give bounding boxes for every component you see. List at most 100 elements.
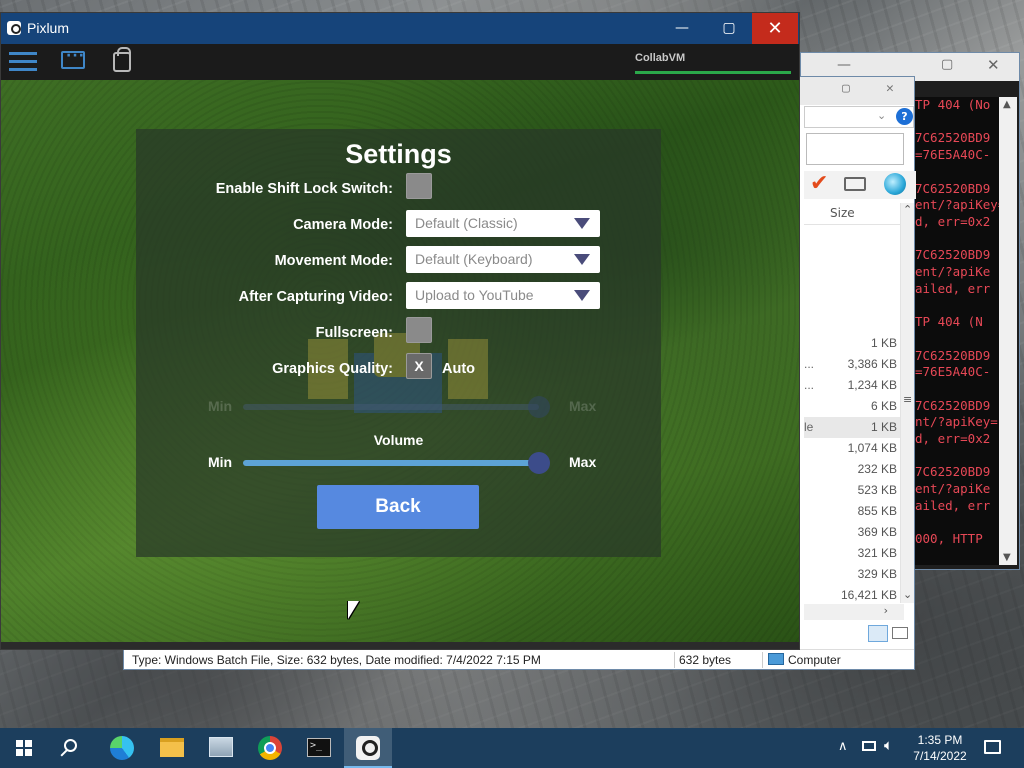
pixlum-window[interactable]: Pixlum — ▢ ✕ CollabVM Settings Enable Sh… bbox=[0, 12, 800, 650]
taskbar-chrome[interactable] bbox=[246, 728, 294, 768]
file-row[interactable]: le 1 KB bbox=[804, 417, 900, 438]
help-icon[interactable]: ? bbox=[896, 108, 913, 125]
terminal-line: 7C62520BD9 bbox=[915, 464, 991, 480]
scroll-down-icon[interactable]: ⌄ bbox=[903, 588, 912, 601]
file-name-fragment: ... bbox=[804, 357, 815, 371]
file-size: 16,421 KB bbox=[840, 588, 897, 602]
close-button[interactable]: ✕ bbox=[987, 56, 1000, 74]
remote-desktop-icon bbox=[209, 737, 233, 757]
taskbar-pixlum[interactable] bbox=[344, 728, 392, 768]
shift-lock-checkbox[interactable] bbox=[406, 173, 432, 199]
file-row[interactable]: 232 KB bbox=[804, 459, 900, 480]
windows-logo-icon bbox=[16, 740, 32, 756]
minimize-button[interactable]: — bbox=[659, 13, 705, 44]
chevron-down-icon[interactable]: ⌄ bbox=[877, 109, 886, 122]
globe-icon[interactable] bbox=[884, 173, 906, 195]
taskbar-terminal[interactable]: >_ bbox=[295, 728, 343, 768]
file-size: 523 KB bbox=[857, 483, 897, 497]
terminal-line: 7C62520BD9 bbox=[915, 180, 991, 196]
taskbar-edge[interactable] bbox=[98, 728, 146, 768]
scroll-right-icon[interactable]: › bbox=[884, 604, 888, 617]
clock[interactable]: 1:35 PM 7/14/2022 bbox=[898, 732, 982, 764]
file-row[interactable]: 1 KB bbox=[804, 333, 900, 354]
close-button[interactable]: ✕ bbox=[752, 13, 798, 44]
show-hidden-icons-icon[interactable]: ∧ bbox=[838, 738, 848, 768]
maximize-button[interactable]: ▢ bbox=[842, 81, 850, 96]
file-row[interactable]: 369 KB bbox=[804, 522, 900, 543]
maximize-button[interactable]: ▢ bbox=[941, 57, 953, 72]
terminal-line: 000, HTTP bbox=[915, 531, 983, 547]
movement-mode-select[interactable]: Default (Keyboard) bbox=[406, 246, 600, 273]
chat-icon[interactable] bbox=[61, 48, 85, 69]
game-viewport[interactable]: Settings Enable Shift Lock Switch: Camer… bbox=[1, 80, 799, 642]
volume-slider-track[interactable] bbox=[243, 460, 539, 466]
network-icon[interactable] bbox=[862, 740, 876, 768]
terminal-line: ent/?apiKey= bbox=[915, 197, 1001, 213]
graphics-slider-knob bbox=[528, 396, 550, 418]
file-size: 321 KB bbox=[857, 546, 897, 560]
search-button[interactable] bbox=[48, 728, 96, 768]
file-list-scrollbar[interactable]: ⌃ ≡ ⌄ bbox=[900, 203, 914, 603]
notification-icon[interactable] bbox=[984, 740, 1001, 754]
volume-slider-knob[interactable] bbox=[528, 452, 550, 474]
graphics-quality-label: Graphics Quality: bbox=[272, 361, 393, 377]
window-title: Pixlum bbox=[27, 20, 70, 36]
checkmark-icon[interactable]: ✔ bbox=[810, 171, 828, 196]
fullscreen-checkbox[interactable] bbox=[406, 317, 432, 343]
preview-view-icon[interactable] bbox=[892, 627, 908, 639]
terminal-line: 7C62520BD9 bbox=[915, 130, 991, 146]
taskbar-remote-desktop[interactable] bbox=[197, 728, 245, 768]
maximize-button[interactable]: ▢ bbox=[706, 13, 752, 44]
collabvm-label: CollabVM bbox=[635, 52, 686, 64]
file-row[interactable]: 16,421 KB bbox=[804, 585, 900, 606]
file-size: 232 KB bbox=[857, 462, 897, 476]
start-button[interactable] bbox=[0, 728, 48, 768]
terminal-line: nt/?apiKey= bbox=[915, 414, 998, 430]
taskbar-file-explorer[interactable] bbox=[148, 728, 196, 768]
graphics-auto-checkbox[interactable]: X bbox=[406, 353, 432, 379]
file-row[interactable]: 523 KB bbox=[804, 480, 900, 501]
mail-icon[interactable] bbox=[844, 177, 866, 191]
details-view-icon[interactable] bbox=[868, 625, 888, 642]
file-row[interactable]: 321 KB bbox=[804, 543, 900, 564]
scroll-up-icon[interactable]: ⌃ bbox=[903, 203, 912, 216]
game-topbar: CollabVM bbox=[1, 44, 799, 80]
volume-label: Volume bbox=[373, 432, 424, 448]
volume-max-label: Max bbox=[569, 454, 597, 470]
file-row[interactable]: 329 KB bbox=[804, 564, 900, 585]
file-row[interactable]: ... 3,386 KB bbox=[804, 354, 900, 375]
file-row[interactable]: 855 KB bbox=[804, 501, 900, 522]
dropdown-arrow-icon bbox=[574, 254, 590, 265]
dropdown-arrow-icon bbox=[574, 290, 590, 301]
search-input[interactable] bbox=[806, 133, 904, 165]
file-row[interactable]: ... 1,234 KB bbox=[804, 375, 900, 396]
file-row[interactable]: 6 KB bbox=[804, 396, 900, 417]
back-button[interactable]: Back bbox=[317, 485, 479, 529]
backpack-icon[interactable] bbox=[113, 47, 131, 72]
graphics-auto-label: Auto bbox=[442, 361, 476, 377]
terminal-output: TP 404 (No 7C62520BD9 =76E5A40C- 7C62520B… bbox=[915, 97, 1001, 565]
scroll-thumb-icon[interactable]: ≡ bbox=[903, 393, 912, 406]
pixlum-titlebar[interactable]: Pixlum — ▢ ✕ bbox=[1, 13, 799, 44]
scroll-down-icon[interactable]: ▼ bbox=[1003, 552, 1011, 563]
minimize-button[interactable]: — bbox=[837, 57, 851, 73]
terminal-line: TP 404 (N bbox=[915, 314, 983, 330]
terminal-scrollbar[interactable]: ▲ ▼ bbox=[999, 97, 1017, 565]
capture-video-select[interactable]: Upload to YouTube bbox=[406, 282, 600, 309]
scroll-up-icon[interactable]: ▲ bbox=[1003, 99, 1011, 110]
menu-icon[interactable] bbox=[9, 52, 37, 72]
settings-title: Settings bbox=[345, 139, 452, 169]
file-list-hscrollbar[interactable]: › bbox=[804, 604, 904, 620]
column-header-size[interactable]: Size bbox=[804, 203, 900, 225]
camera-mode-select[interactable]: Default (Classic) bbox=[406, 210, 600, 237]
collabvm-status-bar bbox=[635, 71, 791, 74]
terminal-line: d, err=0x2 bbox=[915, 431, 991, 447]
file-row[interactable]: 1,074 KB bbox=[804, 438, 900, 459]
volume-icon[interactable]: 🔈︎ bbox=[884, 737, 893, 768]
close-button[interactable]: ✕ bbox=[886, 81, 894, 96]
terminal-line: TP 404 (No bbox=[915, 97, 991, 112]
